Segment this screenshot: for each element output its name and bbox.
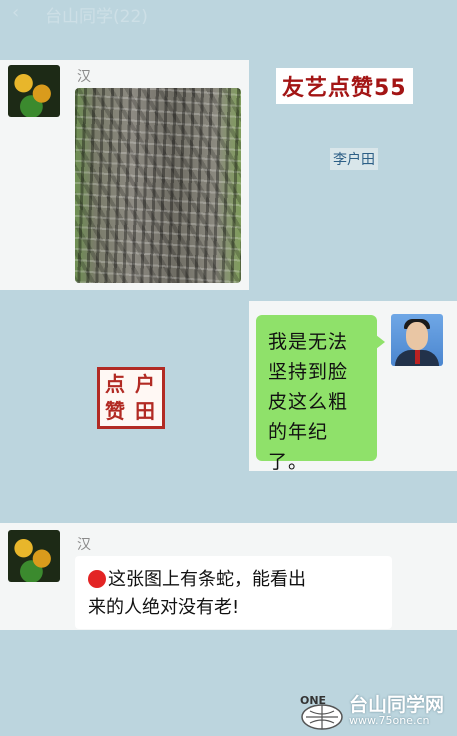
outgoing-text-bubble[interactable]: 我是无法 坚持到脸 皮这么粗 的年纪了。 — [256, 315, 385, 473]
bubble-line: 来的人绝对没有老! — [88, 597, 240, 618]
bubble-line: 皮这么粗 — [268, 391, 349, 413]
bubble-line: 坚持到脸 — [268, 361, 349, 383]
bubble-line-text: 这张图上有条蛇，能看出 — [108, 569, 306, 590]
logo-text: ONE — [300, 694, 326, 707]
stamp-char: 点 — [105, 372, 125, 396]
tree-bark-image[interactable] — [75, 88, 241, 283]
incoming-text-bubble[interactable]: 这张图上有条蛇，能看出 来的人绝对没有老! — [75, 556, 392, 629]
watermark-name: 台山同学网 — [349, 694, 445, 716]
chat-title: 台山同学(22) — [45, 7, 148, 27]
post-title: 友艺点赞55 — [276, 68, 413, 104]
sender-name: 汉 — [77, 69, 91, 85]
sender-avatar[interactable] — [8, 65, 60, 117]
stamp-char: 户 — [135, 372, 155, 396]
back-icon[interactable]: ‹ — [12, 2, 19, 23]
top-bar: ‹ 台山同学(22) — [0, 0, 457, 27]
red-circle-icon — [88, 570, 106, 588]
sender-name: 汉 — [77, 537, 91, 553]
bubble-line: 的年纪了。 — [268, 421, 329, 473]
user-avatar[interactable] — [391, 314, 443, 366]
stamp-char: 赞 — [105, 399, 125, 423]
sender-avatar[interactable] — [8, 530, 60, 582]
site-logo-icon: ONE — [300, 694, 343, 730]
seal-stamp: 点 户 赞 田 — [97, 367, 165, 429]
bubble-line: 我是无法 — [268, 331, 349, 353]
bubble-line: 这张图上有条蛇，能看出 — [88, 566, 382, 594]
stamp-char: 田 — [135, 399, 155, 423]
watermark-url: www.75one.cn — [349, 714, 430, 727]
author-name: 李户田 — [330, 148, 378, 170]
